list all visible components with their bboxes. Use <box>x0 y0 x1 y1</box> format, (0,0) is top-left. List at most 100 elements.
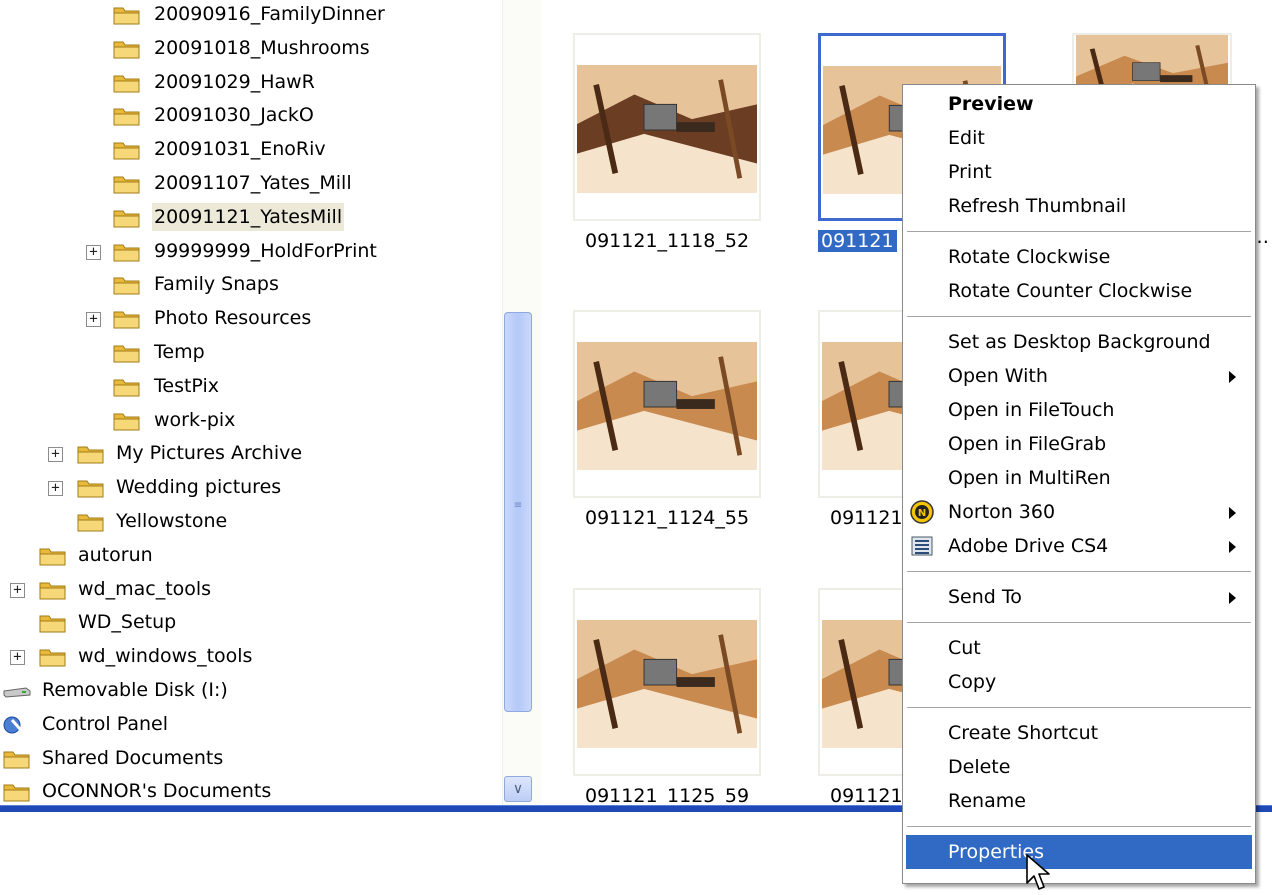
expand-icon[interactable]: + <box>86 312 101 328</box>
folder-icon <box>112 138 142 162</box>
submenu-arrow-icon <box>1229 541 1236 553</box>
menu-item-label: Copy <box>948 671 997 693</box>
photo-thumbnail <box>577 620 757 748</box>
folder-icon <box>76 442 106 466</box>
folder-icon <box>112 409 142 433</box>
menu-item-preview[interactable]: Preview <box>906 87 1252 121</box>
tree-item-label: work-pix <box>154 408 236 431</box>
tree-item[interactable]: Control Panel <box>0 708 500 742</box>
tree-item[interactable]: + My Pictures Archive <box>0 437 500 471</box>
tree-item-label: Family Snaps <box>154 273 279 296</box>
folder-icon <box>76 476 106 500</box>
tree-item[interactable]: 20091029_HawR <box>0 66 500 100</box>
thumbnail-item[interactable] <box>573 33 761 221</box>
thumbnail-caption[interactable]: 091121 <box>830 507 903 529</box>
thumbnail-item[interactable] <box>573 588 761 776</box>
folder-icon <box>2 780 32 804</box>
thumbnail-caption[interactable]: 091121_1125_59 <box>585 785 749 805</box>
menu-item-set-as-desktop-background[interactable]: Set as Desktop Background <box>906 325 1252 359</box>
menu-item-rename[interactable]: Rename <box>906 784 1252 818</box>
menu-item-norton-360[interactable]: N Norton 360 <box>906 495 1252 529</box>
menu-item-label: Norton 360 <box>948 501 1056 523</box>
menu-item-label: Adobe Drive CS4 <box>948 535 1109 557</box>
tree-item[interactable]: 20091121_YatesMill <box>0 201 500 235</box>
menu-separator <box>907 826 1251 827</box>
menu-item-copy[interactable]: Copy <box>906 665 1252 699</box>
menu-item-open-with[interactable]: Open With <box>906 359 1252 393</box>
tree-item-label: 20091121_YatesMill <box>152 202 345 231</box>
folder-icon <box>112 3 142 27</box>
menu-item-open-in-filegrab[interactable]: Open in FileGrab <box>906 427 1252 461</box>
menu-item-label: Set as Desktop Background <box>948 331 1211 353</box>
menu-item-delete[interactable]: Delete <box>906 750 1252 784</box>
mouse-cursor-icon <box>1026 854 1050 890</box>
tree-item[interactable]: work-pix <box>0 404 500 438</box>
expand-icon[interactable]: + <box>86 244 101 260</box>
thumbnail-caption[interactable]: 091121_1118_52 <box>585 230 749 252</box>
tree-item-label: OCONNOR's Documents <box>42 780 272 803</box>
tree-item[interactable]: +99999999_HoldForPrint <box>0 235 500 269</box>
thumbnail-item[interactable] <box>573 310 761 498</box>
tree-item-label: 20091018_Mushrooms <box>154 36 370 59</box>
tree-item-label: Yellowstone <box>116 510 228 532</box>
menu-item-open-in-filetouch[interactable]: Open in FileTouch <box>906 393 1252 427</box>
thumbnail-caption[interactable]: 091121_1124_55 <box>585 507 749 529</box>
adobe-drive-icon <box>910 534 934 558</box>
tree-item[interactable]: Shared Documents <box>0 742 500 776</box>
tree-item-label: 20091107_Yates_Mill <box>154 172 352 194</box>
folder-icon <box>38 611 68 635</box>
tree-item[interactable]: autorun <box>0 539 500 573</box>
tree-item[interactable]: + Photo Resources <box>0 302 500 336</box>
tree-item-label: 20091029_HawR <box>154 70 315 93</box>
tree-item[interactable]: 20091030_JackO <box>0 99 500 133</box>
menu-separator <box>907 231 1251 232</box>
tree-item[interactable]: + Wedding pictures <box>0 471 500 505</box>
menu-item-create-shortcut[interactable]: Create Shortcut <box>906 716 1252 750</box>
tree-item-label: 20090916_FamilyDinner <box>154 3 385 25</box>
folder-tree[interactable]: 20090916_FamilyDinner 20091018_Mushrooms 2… <box>0 0 502 805</box>
folder-icon <box>112 341 142 365</box>
tree-item[interactable]: + wd_mac_tools <box>0 573 500 607</box>
menu-item-rotate-counter-clockwise[interactable]: Rotate Counter Clockwise <box>906 274 1252 308</box>
menu-item-rotate-clockwise[interactable]: Rotate Clockwise <box>906 240 1252 274</box>
thumbnail-caption[interactable]: 091121 <box>818 230 897 252</box>
tree-item-label: wd_windows_tools <box>78 645 253 668</box>
menu-item-print[interactable]: Print <box>906 155 1252 189</box>
tree-item[interactable]: WD_Setup <box>0 606 500 640</box>
tree-item-label: My Pictures Archive <box>116 442 303 465</box>
tree-item[interactable]: Yellowstone <box>0 505 500 539</box>
menu-item-refresh-thumbnail[interactable]: Refresh Thumbnail <box>906 189 1252 223</box>
menu-item-adobe-drive-cs4[interactable]: Adobe Drive CS4 <box>906 529 1252 563</box>
menu-item-send-to[interactable]: Send To <box>906 580 1252 614</box>
chevron-down-icon: ∨ <box>512 781 524 797</box>
tree-item[interactable]: 20091018_Mushrooms <box>0 32 500 66</box>
expand-icon[interactable]: + <box>10 582 25 598</box>
thumbnail-caption[interactable]: 091121 <box>830 785 903 805</box>
tree-item[interactable]: Family Snaps <box>0 268 500 302</box>
menu-item-properties[interactable]: Properties <box>906 835 1252 869</box>
menu-item-open-in-multiren[interactable]: Open in MultiRen <box>906 461 1252 495</box>
tree-item-label: Wedding pictures <box>116 476 282 499</box>
tree-item[interactable]: 20091107_Yates_Mill <box>0 167 500 201</box>
expand-icon[interactable]: + <box>10 650 25 666</box>
expand-icon[interactable]: + <box>48 481 63 497</box>
tree-item-label: 99999999_HoldForPrint <box>154 239 377 262</box>
submenu-arrow-icon <box>1229 507 1236 519</box>
expand-icon[interactable]: + <box>48 447 63 463</box>
menu-separator <box>907 707 1251 708</box>
scroll-down-button[interactable]: ∨ <box>504 776 532 802</box>
tree-item[interactable]: 20090916_FamilyDinner <box>0 0 500 32</box>
tree-item[interactable]: OCONNOR's Documents <box>0 775 500 805</box>
tree-item[interactable]: Removable Disk (I:) <box>0 674 500 708</box>
tree-item[interactable]: + wd_windows_tools <box>0 640 500 674</box>
menu-item-cut[interactable]: Cut <box>906 631 1252 665</box>
tree-item-label: Removable Disk (I:) <box>42 679 228 701</box>
folder-icon <box>112 240 142 264</box>
tree-item[interactable]: 20091031_EnoRiv <box>0 133 500 167</box>
tree-item[interactable]: Temp <box>0 336 500 370</box>
menu-item-edit[interactable]: Edit <box>906 121 1252 155</box>
menu-separator <box>907 316 1251 317</box>
tree-item[interactable]: TestPix <box>0 370 500 404</box>
menu-item-label: Open With <box>948 365 1048 387</box>
menu-item-label: Refresh Thumbnail <box>948 195 1127 217</box>
